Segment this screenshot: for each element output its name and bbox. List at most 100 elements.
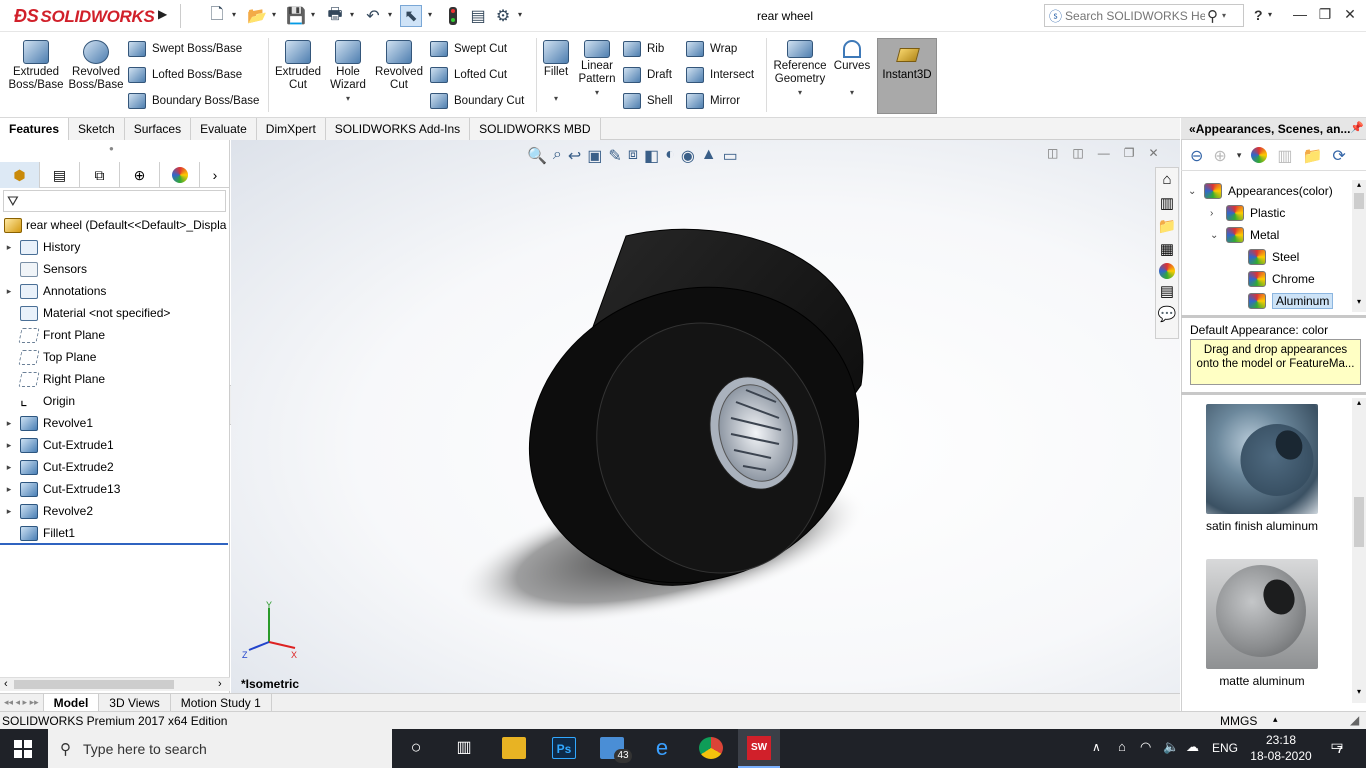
expand-arrow-icon[interactable]: ▸ <box>0 484 14 495</box>
wrap-button[interactable]: Wrap <box>686 38 754 60</box>
scrollbar-thumb[interactable] <box>1354 497 1364 547</box>
boundary-boss-button[interactable]: Boundary Boss/Base <box>128 90 259 112</box>
tab-addins[interactable]: SOLIDWORKS Add-Ins <box>325 118 471 140</box>
viewport-next-icon[interactable]: ◫ <box>1072 146 1083 160</box>
revolved-boss-button[interactable]: Revolved Boss/Base <box>68 40 124 92</box>
shell-button[interactable]: Shell <box>623 90 673 112</box>
tree-item-origin[interactable]: ⌞ Origin <box>0 390 230 412</box>
scroll-down-icon[interactable]: ▾ <box>1352 297 1366 306</box>
wheel-model[interactable] <box>231 140 1180 693</box>
rib-button[interactable]: Rib <box>623 38 673 60</box>
help-search-box[interactable]: ⓢ ⚲ ▾ <box>1044 4 1244 27</box>
display-style-icon[interactable]: ◧ <box>644 146 659 166</box>
tree-item-cut-extrude1[interactable]: ▸ Cut-Extrude1 <box>0 434 230 456</box>
tab-evaluate[interactable]: Evaluate <box>191 118 257 140</box>
minimize-icon[interactable]: — <box>1288 6 1312 26</box>
add-to-library-icon[interactable]: ▥ <box>1277 146 1292 166</box>
expand-arrow-icon[interactable]: ▸ <box>0 286 14 297</box>
back-icon[interactable]: ⊖ <box>1190 146 1203 166</box>
hide-show-items-icon[interactable]: ◐ <box>665 146 675 166</box>
expand-arrow-icon[interactable]: › <box>1210 208 1226 219</box>
appearance-item-appearances-color[interactable]: ⌄ Appearances(color) <box>1188 180 1350 202</box>
tree-item-revolve1[interactable]: ▸ Revolve1 <box>0 412 230 434</box>
units-selector[interactable]: MMGS <box>1220 714 1257 728</box>
swept-boss-button[interactable]: Swept Boss/Base <box>128 38 259 60</box>
tab-scroll-arrows-icon[interactable]: ◂◂ ◂ ▸ ▸▸ <box>0 693 44 712</box>
save-dropdown-icon[interactable]: ▾ <box>311 10 315 19</box>
dimxpertmanager-tab-icon[interactable]: ⊕ <box>120 162 160 188</box>
search-dropdown-icon[interactable]: ▾ <box>1222 11 1226 20</box>
mail-icon[interactable]: 43 <box>600 737 632 763</box>
expand-arrow-icon[interactable]: ▸ <box>0 242 14 253</box>
tab-3d-views[interactable]: 3D Views <box>99 693 171 712</box>
curves-dropdown-icon[interactable]: ▾ <box>826 86 878 99</box>
tree-item-history[interactable]: ▸ History <box>0 236 230 258</box>
lofted-cut-button[interactable]: Lofted Cut <box>430 64 524 86</box>
units-up-arrow-icon[interactable]: ▴ <box>1273 714 1278 725</box>
scroll-up-icon[interactable]: ▴ <box>1352 180 1366 189</box>
expand-arrow-icon[interactable]: ⌄ <box>1188 186 1204 197</box>
tab-surfaces[interactable]: Surfaces <box>124 118 192 140</box>
swept-cut-button[interactable]: Swept Cut <box>430 38 524 60</box>
chrome-icon[interactable] <box>699 737 723 759</box>
collapse-pane-icon[interactable]: « <box>1189 122 1196 136</box>
extruded-boss-button[interactable]: Extruded Boss/Base <box>8 40 64 92</box>
tab-model[interactable]: Model <box>43 693 100 712</box>
tree-item-top-plane[interactable]: Top Plane <box>0 346 230 368</box>
expand-arrow-icon[interactable]: ⌄ <box>1210 230 1226 241</box>
options-gear-icon[interactable]: ⚙ <box>492 5 514 27</box>
volume-icon[interactable]: 🔈 <box>1163 739 1179 755</box>
solidworks-taskbar-button[interactable]: SW <box>738 729 780 768</box>
tree-horizontal-scrollbar[interactable]: ‹ › <box>0 677 230 691</box>
tree-item-fillet1[interactable]: Fillet1 <box>0 522 230 544</box>
revolved-cut-button[interactable]: Revolved Cut <box>371 40 427 92</box>
file-explorer-icon[interactable] <box>502 737 526 759</box>
tab-mbd[interactable]: SOLIDWORKS MBD <box>470 118 601 140</box>
options-dropdown-icon[interactable]: ▾ <box>518 10 522 19</box>
pin-icon[interactable]: 📌 <box>1350 121 1364 134</box>
file-properties-icon[interactable]: ▤ <box>467 5 489 27</box>
design-library-icon[interactable]: ▥ <box>1157 194 1177 214</box>
refresh-icon[interactable]: ⟳ <box>1332 146 1345 166</box>
forward-icon[interactable]: ⊕ <box>1213 146 1226 166</box>
configurationmanager-tab-icon[interactable]: ⧉ <box>80 162 120 188</box>
language-indicator[interactable]: ENG <box>1212 741 1238 755</box>
taskbar-search-box[interactable]: ⚲ Type here to search <box>48 729 392 768</box>
close-icon[interactable]: ✕ <box>1338 6 1362 26</box>
mirror-button[interactable]: Mirror <box>686 90 754 112</box>
hole-wizard-dropdown-icon[interactable]: ▾ <box>320 92 376 105</box>
propertymanager-tab-icon[interactable]: ▤ <box>40 162 80 188</box>
instant3d-button[interactable]: Instant3D <box>877 38 937 114</box>
rollback-bar[interactable] <box>0 543 228 545</box>
draft-button[interactable]: Draft <box>623 64 673 86</box>
appearance-item-metal[interactable]: ⌄ Metal <box>1188 224 1350 246</box>
appearances-home-icon[interactable] <box>1251 147 1268 163</box>
view-palette-icon[interactable]: ▦ <box>1157 240 1177 260</box>
viewport-close-icon[interactable]: ✕ <box>1148 146 1158 160</box>
reference-geometry-button[interactable]: Reference Geometry ▾ <box>770 40 830 99</box>
scroll-down-icon[interactable]: ▾ <box>1352 687 1366 696</box>
scroll-right-icon[interactable]: › <box>218 678 222 690</box>
tree-item-front-plane[interactable]: Front Plane <box>0 324 230 346</box>
expand-arrow-icon[interactable]: ▸ <box>0 418 14 429</box>
notifications-icon[interactable]: ▭ 7 <box>1326 737 1348 759</box>
help-button[interactable]: ? <box>1254 7 1263 23</box>
edit-appearance-icon[interactable]: ◉ <box>681 146 695 166</box>
zoom-to-fit-icon[interactable]: 🔍 <box>527 146 547 166</box>
help-search-input[interactable] <box>1065 8 1206 23</box>
scroll-up-icon[interactable]: ▴ <box>1352 398 1366 407</box>
rebuild-traffic-light-icon[interactable] <box>442 5 464 27</box>
previous-view-icon[interactable]: ↩ <box>568 146 581 166</box>
hole-wizard-button[interactable]: Hole Wizard ▾ <box>320 40 376 105</box>
expand-arrow-icon[interactable]: ▸ <box>0 462 14 473</box>
forum-icon[interactable]: 💬 <box>1157 305 1177 325</box>
expand-arrow-icon[interactable]: ▸ <box>0 440 14 451</box>
tree-item-cut-extrude2[interactable]: ▸ Cut-Extrude2 <box>0 456 230 478</box>
undo-dropdown-icon[interactable]: ▾ <box>388 10 392 19</box>
print-dropdown-icon[interactable]: ▾ <box>350 10 354 19</box>
graphics-area[interactable]: 🔍 ⌕ ↩ ▣ ✎ ⧈ ◧ ◐ ◉ ▲ ▭ ◫ ◫ — ❐ ✕ Y X Z <box>231 140 1180 693</box>
intersect-button[interactable]: Intersect <box>686 64 754 86</box>
scroll-left-icon[interactable]: ‹ <box>4 678 8 690</box>
displaymanager-tab-icon[interactable] <box>160 162 200 188</box>
swatch-matte-aluminum[interactable]: matte aluminum <box>1196 559 1328 688</box>
